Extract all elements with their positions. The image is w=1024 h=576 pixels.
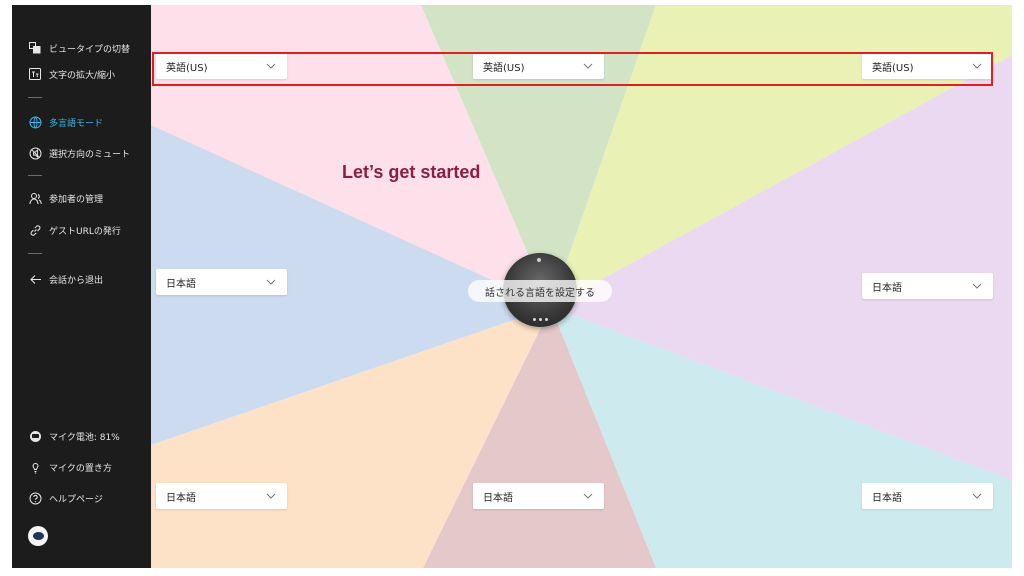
mic-placement-icon — [28, 460, 42, 474]
sidebar-item-label: マイク電池: 81% — [49, 432, 120, 443]
text-size-icon — [28, 67, 42, 81]
language-select-value: 日本語 — [166, 492, 196, 504]
avatar[interactable] — [28, 526, 48, 546]
sidebar-item-label: 会話から退出 — [49, 275, 104, 286]
language-select-value: 日本語 — [166, 278, 196, 290]
sidebar-item-label: ヘルプページ — [49, 494, 103, 505]
sidebar-item-label: 選択方向のミュート — [49, 149, 131, 160]
view-switch-icon — [28, 41, 42, 55]
sidebar-divider — [28, 97, 42, 98]
mute-direction-icon — [28, 146, 42, 160]
app-window: ビュータイプの切替 文字の拡大/縮小 多言語モード 選択方向のミュート 参加者の… — [12, 5, 1012, 568]
sidebar-item-label: マイクの置き方 — [49, 463, 112, 474]
exit-arrow-icon — [28, 272, 42, 286]
language-select-mid-right[interactable]: 日本語 — [862, 273, 993, 299]
sidebar-divider — [28, 253, 42, 254]
chevron-down-icon — [265, 276, 277, 288]
sidebar-item-mute-direction[interactable]: 選択方向のミュート — [28, 143, 130, 163]
multilingual-icon — [28, 115, 42, 129]
sidebar-item-multilingual[interactable]: 多言語モード — [28, 112, 103, 132]
sidebar-item-exit[interactable]: 会話から退出 — [28, 269, 103, 289]
language-select-bottom-center[interactable]: 日本語 — [473, 483, 604, 509]
sidebar-item-guest-url[interactable]: ゲストURLの発行 — [28, 220, 121, 240]
sidebar-item-label: 文字の拡大/縮小 — [49, 70, 116, 81]
sidebar-item-label: 参加者の管理 — [49, 194, 104, 205]
language-select-bottom-right[interactable]: 日本語 — [862, 483, 993, 509]
sidebar: ビュータイプの切替 文字の拡大/縮小 多言語モード 選択方向のミュート 参加者の… — [12, 5, 151, 568]
center-instruction-label: 話される言語を設定する — [468, 280, 612, 302]
sidebar-item-view-switch[interactable]: ビュータイプの切替 — [28, 38, 130, 58]
chevron-down-icon — [971, 490, 983, 502]
sidebar-item-participants[interactable]: 参加者の管理 — [28, 188, 103, 208]
sidebar-item-mic-placement[interactable]: マイクの置き方 — [28, 457, 112, 477]
device-indicator-dots — [504, 318, 576, 322]
language-select-value: 日本語 — [483, 492, 513, 504]
device-indicator-dot — [537, 258, 541, 262]
link-icon — [28, 223, 42, 237]
help-icon — [28, 491, 42, 505]
sidebar-item-mic-battery: マイク電池: 81% — [28, 426, 120, 446]
battery-device-icon — [28, 429, 42, 443]
language-select-bottom-left[interactable]: 日本語 — [156, 483, 287, 509]
sidebar-item-label: ゲストURLの発行 — [49, 226, 121, 237]
sidebar-item-label: 多言語モード — [49, 118, 104, 129]
participants-icon — [28, 191, 42, 205]
language-select-mid-left[interactable]: 日本語 — [156, 269, 287, 295]
chevron-down-icon — [971, 280, 983, 292]
page-title: Let’s get started — [342, 162, 481, 182]
chevron-down-icon — [265, 490, 277, 502]
sidebar-divider — [28, 175, 42, 176]
chevron-down-icon — [582, 490, 594, 502]
top-row-highlight-frame — [152, 52, 993, 86]
language-select-value: 日本語 — [872, 492, 902, 504]
sidebar-item-label: ビュータイプの切替 — [49, 44, 131, 55]
sidebar-item-help[interactable]: ヘルプページ — [28, 488, 103, 508]
sidebar-item-text-size[interactable]: 文字の拡大/縮小 — [28, 64, 115, 84]
language-select-value: 日本語 — [872, 282, 902, 294]
